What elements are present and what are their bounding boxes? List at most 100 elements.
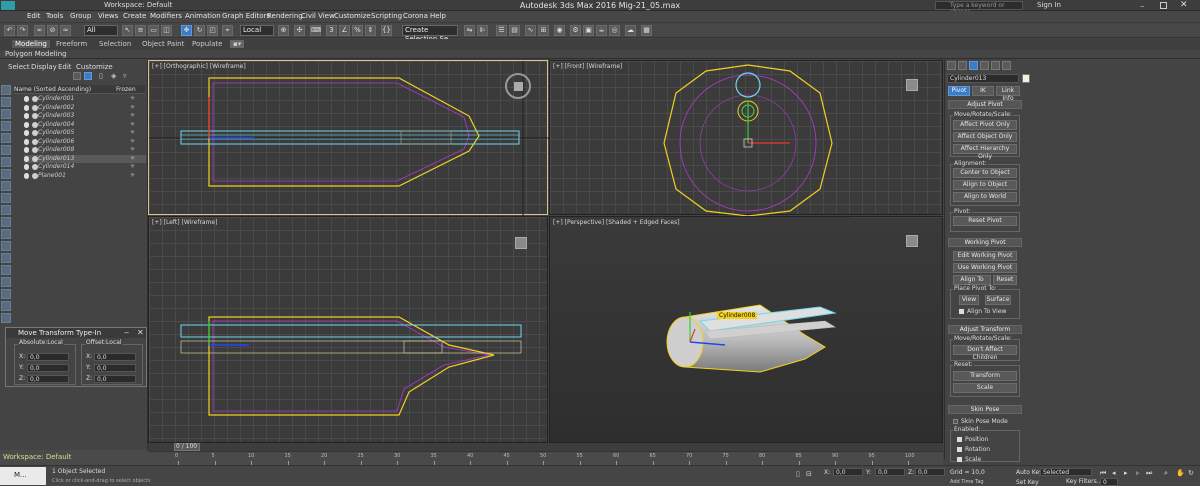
utilities-tab-icon[interactable] xyxy=(1002,61,1011,70)
place-icon[interactable]: ⌖ xyxy=(222,25,233,36)
edit-working-pivot-button[interactable]: Edit Working Pivot xyxy=(953,251,1017,261)
lightbulb-icon[interactable] xyxy=(24,96,29,102)
lightbulb-icon[interactable] xyxy=(24,138,29,145)
polygon-modeling-label[interactable]: Polygon Modeling xyxy=(5,50,67,58)
working-pivot-rollout[interactable]: Working Pivot xyxy=(948,238,1022,247)
reset-transform-button[interactable]: Transform xyxy=(953,371,1017,381)
display-layers-icon[interactable] xyxy=(1,313,11,323)
pan-icon[interactable]: ✋ xyxy=(1176,469,1185,477)
a360-gallery-icon[interactable]: ▦ xyxy=(641,25,652,36)
adjust-transform-rollout[interactable]: Adjust Transform xyxy=(948,325,1022,334)
window-crossing-icon[interactable]: ◫ xyxy=(161,25,172,36)
abs-x-field[interactable]: X: 0,0 xyxy=(19,353,69,361)
frozen-icon[interactable]: ✳ xyxy=(130,163,135,171)
dialog-minimize-icon[interactable]: ‒ xyxy=(124,328,129,337)
display-influences-icon[interactable] xyxy=(1,277,11,287)
next-frame-icon[interactable]: ▹ xyxy=(1136,469,1140,477)
abs-y-field[interactable]: Y: 0,0 xyxy=(19,364,69,372)
unlink-icon[interactable]: ⊘ xyxy=(47,25,58,36)
select-move-icon[interactable]: ✥ xyxy=(181,25,192,36)
list-item[interactable]: Cylinder001 ✳ xyxy=(24,95,146,103)
menu-animation[interactable]: Animation xyxy=(185,12,221,20)
motion-tab-icon[interactable] xyxy=(980,61,989,70)
list-item[interactable]: Cylinder004 ✳ xyxy=(24,121,146,129)
skin-pose-mode-checkbox[interactable]: Skin Pose Mode xyxy=(953,418,1008,425)
bind-spacewarp-icon[interactable]: ≈ xyxy=(60,25,71,36)
menu-rendering[interactable]: Rendering xyxy=(267,12,303,20)
lightbulb-icon[interactable] xyxy=(24,113,29,119)
tab-ik[interactable]: IK xyxy=(972,86,994,96)
rotation-checkbox[interactable]: Rotation xyxy=(957,446,990,453)
place-surface-button[interactable]: Surface xyxy=(985,295,1011,305)
align-to-world-button[interactable]: Align to World xyxy=(953,192,1017,202)
search-input[interactable]: Type a keyword or phrase xyxy=(935,1,1023,16)
frozen-icon[interactable]: ✳ xyxy=(130,155,135,163)
selected-dropdown[interactable]: Selected xyxy=(1040,468,1092,476)
add-time-tag[interactable]: Add Time Tag xyxy=(950,479,984,485)
display-cameras-icon[interactable] xyxy=(1,133,11,143)
list-item[interactable]: Cylinder014 ✳ xyxy=(24,163,146,171)
redo-icon[interactable]: ↷ xyxy=(17,25,28,36)
set-key-label[interactable]: Set Key xyxy=(1016,479,1039,486)
skin-pose-rollout[interactable]: Skin Pose xyxy=(948,405,1022,414)
filter-icon[interactable] xyxy=(73,72,81,80)
prev-frame-icon[interactable]: ◂ xyxy=(1112,469,1116,477)
list-item[interactable]: Cylinder013 ✳ xyxy=(24,154,146,163)
lightbulb-icon[interactable] xyxy=(24,172,29,179)
frozen-icon[interactable]: ✳ xyxy=(130,121,135,129)
list-item[interactable]: Cylinder003 ✳ xyxy=(24,112,146,120)
maximize-icon[interactable] xyxy=(1160,2,1167,9)
tab-modeling[interactable]: Modeling xyxy=(12,40,50,48)
auto-key-label[interactable]: Auto Key xyxy=(1016,469,1043,476)
reset-pivot-button[interactable]: Reset Pivot xyxy=(953,216,1017,226)
select-scale-icon[interactable]: ◰ xyxy=(207,25,218,36)
viewcube-icon[interactable] xyxy=(906,235,918,247)
schematic-view-icon[interactable]: ⊞ xyxy=(538,25,549,36)
place-view-button[interactable]: View xyxy=(959,295,979,305)
viewport-left[interactable]: [+] [Left] [Wireframe] xyxy=(148,216,548,443)
display-spacewarps-icon[interactable] xyxy=(1,157,11,167)
frozen-icon[interactable]: ✳ xyxy=(130,104,135,112)
frozen-icon[interactable]: ✳ xyxy=(130,129,135,137)
hierarchy-tab-icon[interactable] xyxy=(969,61,978,70)
menu-group[interactable]: Group xyxy=(70,12,91,20)
menu-create[interactable]: Create xyxy=(123,12,146,20)
center-to-object-button[interactable]: Center to Object xyxy=(953,168,1017,178)
render-setup-icon[interactable]: ⚙ xyxy=(570,25,581,36)
create-tab-icon[interactable] xyxy=(947,61,956,70)
lightbulb-icon[interactable] xyxy=(24,130,29,136)
menu-tools[interactable]: Tools xyxy=(46,12,63,20)
play-icon[interactable]: ▸ xyxy=(1124,469,1128,477)
list-item[interactable]: Cylinder008 ✳ xyxy=(24,146,146,154)
lightbulb-icon[interactable] xyxy=(24,155,29,162)
col-name-header[interactable]: Name (Sorted Ascending) xyxy=(14,86,91,93)
selection-filter-dropdown[interactable]: All xyxy=(84,25,118,36)
sign-in-link[interactable]: Sign In xyxy=(1037,1,1061,9)
reset-scale-button[interactable]: Scale xyxy=(953,383,1017,393)
display-hidden-icon[interactable] xyxy=(1,229,11,239)
list-item[interactable]: Cylinder002 ✳ xyxy=(24,104,146,112)
explorer-menu-edit[interactable]: Edit xyxy=(58,63,72,71)
menu-views[interactable]: Views xyxy=(98,12,118,20)
render-production-icon[interactable]: ☕ xyxy=(596,25,607,36)
named-selection-dropdown[interactable]: Create Selection Se xyxy=(402,25,458,43)
rect-selection-icon[interactable]: ▭ xyxy=(148,25,159,36)
frozen-icon[interactable]: ✳ xyxy=(130,112,135,120)
list-item[interactable]: Cylinder005 ✳ xyxy=(24,129,146,137)
display-all-icon[interactable] xyxy=(1,241,11,251)
layer-explorer-icon[interactable]: ☰ xyxy=(496,25,507,36)
edit-named-sets-icon[interactable]: {} xyxy=(381,25,392,36)
display-children-icon[interactable] xyxy=(1,265,11,275)
zoom-icon[interactable]: ⌕ xyxy=(1164,469,1168,478)
select-rotate-icon[interactable]: ↻ xyxy=(194,25,205,36)
list-item[interactable]: Plane001 ✳ xyxy=(24,172,146,180)
align-to-view-checkbox[interactable]: Align To View xyxy=(959,308,1006,315)
percent-snap-icon[interactable]: % xyxy=(352,25,363,36)
tab-object-paint[interactable]: Object Paint xyxy=(142,40,184,48)
z-field[interactable]: 0,0 xyxy=(915,468,945,476)
pivot-center-icon[interactable]: ⊕ xyxy=(278,25,289,36)
viewcube-icon[interactable] xyxy=(515,237,527,249)
minimize-icon[interactable]: ‒ xyxy=(1140,2,1148,10)
tab-selection[interactable]: Selection xyxy=(99,40,131,48)
display-geometry-icon[interactable] xyxy=(1,97,11,107)
